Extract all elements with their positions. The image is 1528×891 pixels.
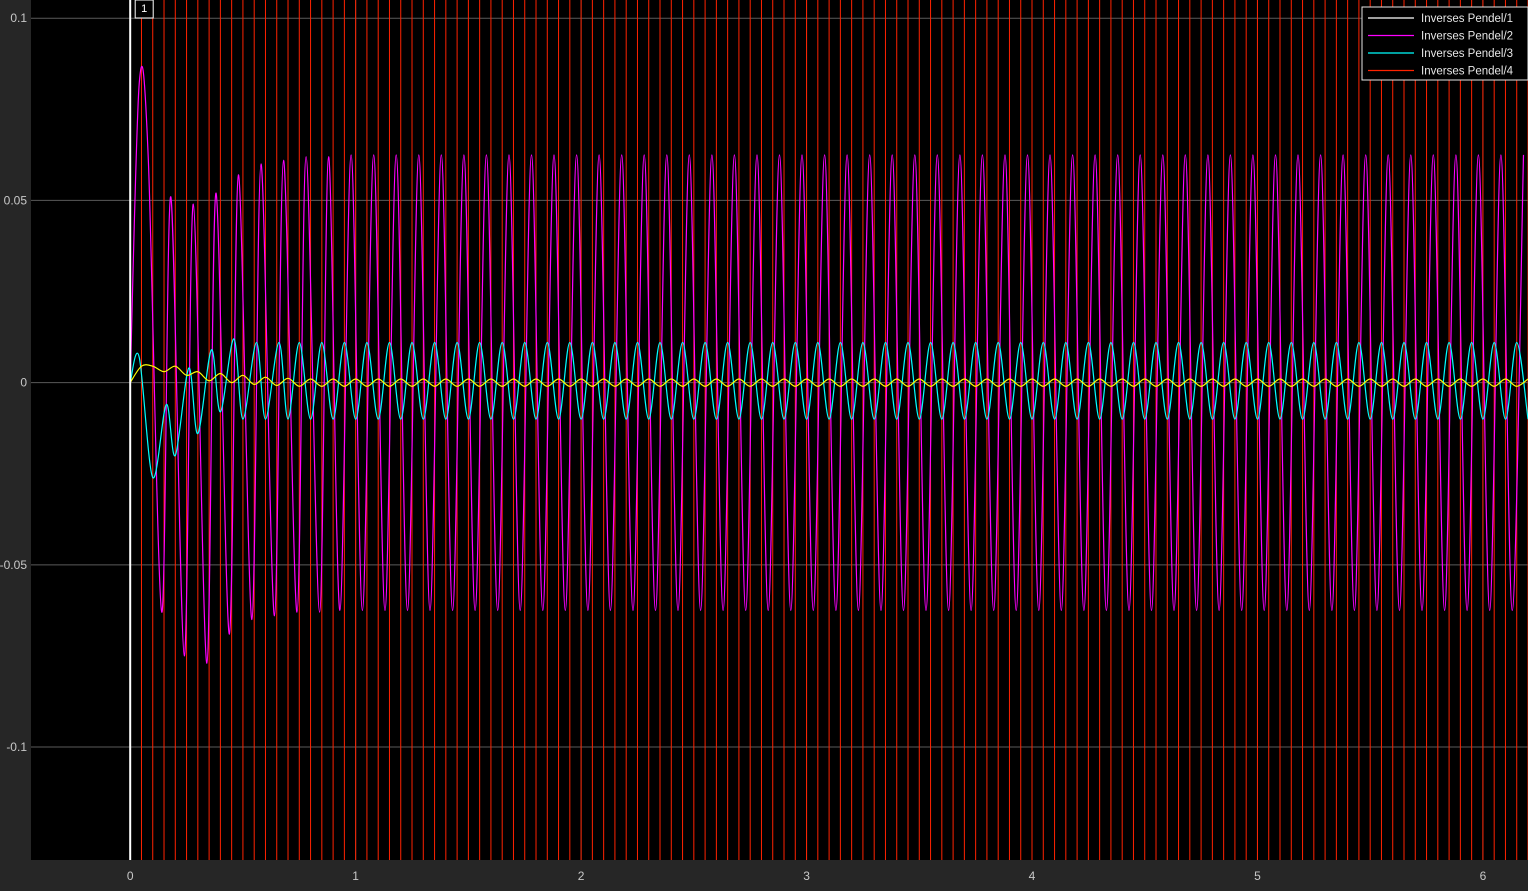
y-tick-label: 0.05 xyxy=(4,193,28,207)
cursor-label: 1 xyxy=(141,3,147,15)
x-tick-label: 1 xyxy=(352,869,359,883)
x-tick-label: 2 xyxy=(578,869,585,883)
x-tick-label: 0 xyxy=(127,869,134,883)
legend-label: Inverses Pendel/3 xyxy=(1421,48,1513,60)
plot-area[interactable]: 1 Inverses Pendel/1Inverses Pendel/2Inve… xyxy=(31,0,1528,860)
scope-plot: 1 Inverses Pendel/1Inverses Pendel/2Inve… xyxy=(0,0,1528,891)
legend-label: Inverses Pendel/4 xyxy=(1421,66,1514,78)
y-tick-label: -0.1 xyxy=(6,740,27,754)
y-tick-label: -0.05 xyxy=(0,558,27,572)
legend[interactable]: Inverses Pendel/1 Inverses Pendel/2 Invers… xyxy=(1361,6,1528,81)
legend-label: Inverses Pendel/2 xyxy=(1421,31,1513,43)
x-tick-label: 4 xyxy=(1029,869,1036,883)
legend-label: Inverses Pendel/1 xyxy=(1421,13,1513,25)
x-tick-label: 6 xyxy=(1480,869,1487,883)
x-tick-label: 3 xyxy=(803,869,810,883)
y-tick-label: 0.1 xyxy=(10,11,27,25)
x-tick-label: 5 xyxy=(1254,869,1261,883)
y-tick-label: 0 xyxy=(20,376,27,390)
